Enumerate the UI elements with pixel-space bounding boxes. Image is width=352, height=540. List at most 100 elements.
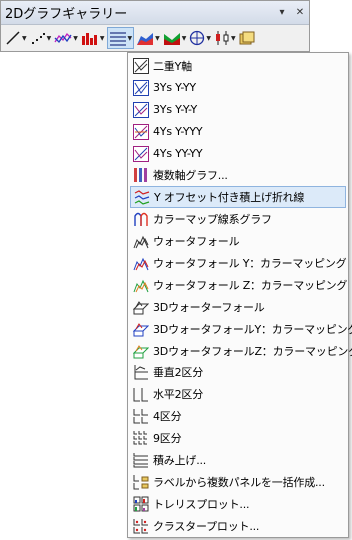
menu-item-label: ラベルから複数パネルを一括作成... — [153, 475, 325, 489]
menu-item-3ys-y-y-y[interactable]: 3Ys Y-Y-Y — [128, 99, 348, 121]
menu-item-3d-waterfall-y-colormap[interactable]: 3DウォータフォールY：カラーマッピング — [128, 318, 352, 340]
double-y-icon — [133, 57, 149, 74]
template-library-icon — [239, 31, 255, 45]
chevron-down-icon: ▼ — [231, 34, 236, 42]
graph-gallery-toolbar: 2Dグラフギャラリー ▾ ✕ ▼ ▼ ▼ ▼ ▼ ▼ ▼ ▼ ▼ — [0, 0, 310, 52]
menu-item-stack[interactable]: 積み上げ... — [128, 449, 348, 471]
menu-item-label: 3Ys Y-YY — [153, 81, 196, 95]
menu-item-4ys-y-yyy[interactable]: 4Ys Y-YYY — [128, 121, 348, 143]
chevron-down-icon: ▼ — [155, 34, 160, 42]
multi-panel-by-label-icon — [133, 474, 149, 490]
menu-item-3ys-y-yy[interactable]: 3Ys Y-YY — [128, 77, 348, 99]
menu-item-9-panel[interactable]: 9区分 — [128, 427, 348, 449]
bar-chart-icon — [81, 33, 97, 45]
menu-item-trellis-plot[interactable]: トレリスプロット... — [128, 493, 348, 515]
menu-item-horizontal-2-panel[interactable]: 水平2区分 — [128, 383, 348, 405]
chevron-down-icon: ▼ — [46, 34, 52, 42]
menu-item-label: Y オフセット付き積上げ折れ線 — [154, 191, 305, 205]
menu-item-label: カラーマップ線系グラフ — [153, 213, 272, 227]
menu-item-label: 4区分 — [153, 410, 182, 424]
chevron-down-icon: ▼ — [99, 34, 105, 42]
menu-item-label: 複数軸グラフ... — [153, 169, 228, 183]
menu-item-label: 積み上げ... — [153, 453, 207, 467]
menu-item-label: 4Ys Y-YYY — [153, 125, 203, 139]
waterfall-z-colormap-icon — [133, 277, 149, 293]
trellis-plot-icon — [133, 496, 149, 512]
4ys-y-yyy-icon — [133, 123, 149, 140]
area-chart-button[interactable]: ▼ — [135, 27, 161, 49]
polar-chart-button[interactable]: ▼ — [188, 27, 212, 49]
line-symbol-chart-icon — [54, 32, 72, 44]
chevron-down-icon: ▼ — [127, 34, 133, 42]
polar-chart-icon — [190, 30, 205, 46]
toolbar-close-button[interactable]: ✕ — [291, 4, 309, 22]
waterfall-y-colormap-icon — [133, 255, 149, 271]
menu-item-label: 3DウォータフォールY：カラーマッピング — [153, 322, 352, 336]
statistics-chart-button[interactable]: ▼ — [213, 27, 237, 49]
statistics-chart-icon — [216, 31, 229, 45]
colormap-line-series-icon — [133, 211, 149, 227]
menu-item-label: 4Ys YY-YY — [153, 147, 203, 160]
stacked-lines-y-offset-icon — [134, 189, 150, 205]
chevron-down-icon: ▼ — [181, 34, 187, 42]
menu-item-label: クラスタープロット... — [153, 519, 260, 533]
9-panel-icon — [133, 430, 149, 446]
multi-layer-chart-button[interactable]: ▼ — [106, 27, 135, 49]
menu-item-label: ウォータフォール Z：カラーマッピング — [153, 278, 348, 292]
stack-icon — [133, 452, 149, 468]
area-chart-icon — [137, 33, 154, 45]
toolbar-options-button[interactable]: ▾ — [273, 4, 291, 22]
menu-item-colormap-line-series[interactable]: カラーマップ線系グラフ — [128, 208, 348, 230]
toolbar-title-bar[interactable]: 2Dグラフギャラリー ▾ ✕ — [1, 1, 309, 25]
line-symbol-chart-button[interactable]: ▼ — [53, 27, 79, 49]
chevron-down-icon: ▼ — [206, 34, 211, 42]
menu-item-label: 二重Y軸 — [153, 59, 192, 73]
menu-item-multi-panel-by-label[interactable]: ラベルから複数パネルを一括作成... — [128, 471, 348, 493]
line-chart-icon — [6, 31, 20, 45]
contour-chart-icon — [163, 33, 180, 45]
menu-item-double-y[interactable]: 二重Y軸 — [128, 55, 348, 77]
menu-item-3d-waterfall[interactable]: 3Dウォーターフォール — [128, 296, 348, 318]
waterfall-icon — [133, 233, 149, 249]
menu-item-cluster-plot[interactable]: クラスタープロット... — [128, 515, 348, 537]
template-library-button[interactable] — [238, 27, 256, 49]
3d-waterfall-icon — [133, 299, 149, 315]
menu-item-label: ウォータフォール Y：カラーマッピング — [153, 256, 347, 270]
scatter-chart-button[interactable]: ▼ — [29, 27, 53, 49]
menu-item-stacked-lines-y-offset[interactable]: Y オフセット付き積上げ折れ線 — [130, 186, 346, 209]
menu-item-3d-waterfall-z-colormap[interactable]: 3DウォータフォールZ：カラーマッピング — [128, 340, 352, 362]
menu-item-multi-axis[interactable]: 複数軸グラフ... — [128, 164, 348, 186]
menu-item-label: 3DウォータフォールZ：カラーマッピング — [153, 344, 352, 358]
menu-item-vertical-2-panel[interactable]: 垂直2区分 — [128, 361, 348, 383]
menu-item-label: 3Ys Y-Y-Y — [153, 103, 198, 117]
3ys-y-y-y-icon — [133, 101, 149, 118]
menu-item-label: トレリスプロット... — [153, 497, 250, 511]
cluster-plot-icon — [133, 518, 149, 534]
3ys-y-yy-icon — [133, 79, 149, 96]
line-chart-button[interactable]: ▼ — [4, 27, 28, 49]
chevron-down-icon: ▼ — [22, 34, 27, 42]
menu-item-4-panel[interactable]: 4区分 — [128, 405, 348, 427]
vertical-2-panel-icon — [133, 364, 149, 380]
menu-item-label: ウォータフォール — [153, 235, 240, 249]
menu-item-waterfall[interactable]: ウォータフォール — [128, 230, 348, 252]
scatter-chart-icon — [31, 33, 45, 44]
3d-waterfall-z-colormap-icon — [133, 343, 149, 359]
chevron-down-icon: ▼ — [73, 34, 78, 42]
menu-item-label: 3Dウォーターフォール — [153, 300, 265, 314]
menu-item-waterfall-y-colormap[interactable]: ウォータフォール Y：カラーマッピング — [128, 252, 348, 274]
menu-item-label: 9区分 — [153, 432, 182, 446]
contour-chart-button[interactable]: ▼ — [162, 27, 188, 49]
toolbar-title: 2Dグラフギャラリー — [5, 7, 128, 22]
menu-item-waterfall-z-colormap[interactable]: ウォータフォール Z：カラーマッピング — [128, 274, 348, 296]
multi-axis-icon — [133, 167, 149, 183]
menu-item-4ys-yy-yy[interactable]: 4Ys YY-YY — [128, 143, 348, 165]
bar-chart-button[interactable]: ▼ — [80, 27, 106, 49]
menu-item-label: 垂直2区分 — [153, 366, 203, 380]
toolbar-buttons-row: ▼ ▼ ▼ ▼ ▼ ▼ ▼ ▼ ▼ — [1, 25, 309, 51]
4ys-yy-yy-icon — [133, 145, 149, 162]
horizontal-2-panel-icon — [133, 386, 149, 402]
menu-item-label: 水平2区分 — [153, 388, 203, 402]
3d-waterfall-y-colormap-icon — [133, 321, 149, 337]
multi-layer-chart-icon — [109, 32, 126, 46]
